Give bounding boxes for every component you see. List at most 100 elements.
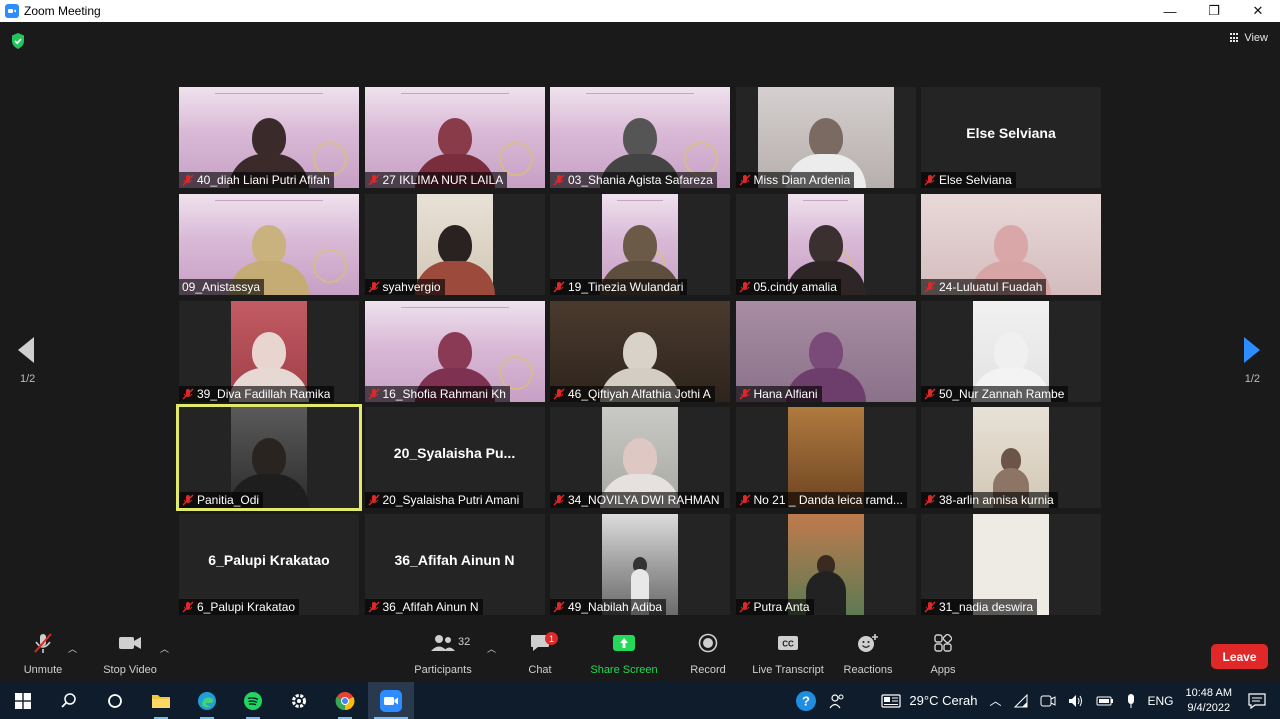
participant-tile[interactable]: 34_NOVILYA DWI RAHMAN [550, 407, 730, 509]
muted-mic-icon [182, 388, 194, 399]
apps-button[interactable]: Apps [928, 628, 958, 682]
participant-tile[interactable]: Else Selviana Else Selviana [921, 87, 1101, 188]
previous-page-arrow-icon[interactable] [18, 337, 34, 363]
participant-name-label: 16_Shofia Rahmani Kh [364, 385, 510, 402]
start-button[interactable] [0, 682, 46, 719]
muted-mic-icon [368, 494, 379, 506]
meeting-toolbar: Unmute ︿ Stop Video ︿ 32 Participants ︿ … [0, 628, 1280, 682]
weather-widget[interactable]: 29°C Cerah [881, 693, 977, 708]
taskbar-clock[interactable]: 10:48 AM 9/4/2022 [1186, 686, 1232, 716]
participant-tile[interactable]: No 21 _ Danda leica ramd... [735, 407, 916, 509]
windows-taskbar: ? 29°C Cerah ︿ ENG 10:48 AM 9/4/2022 [0, 682, 1280, 719]
participant-name-label: 46_Qiftiyah Alfathia Jothi A [550, 385, 715, 402]
taskbar-spotify[interactable] [230, 682, 276, 719]
taskbar-settings[interactable] [276, 682, 322, 719]
show-hidden-icons-chevron-up-icon[interactable]: ︿ [989, 692, 1001, 709]
participant-tile[interactable]: Putra Anta [735, 514, 916, 615]
record-icon [698, 633, 718, 653]
participants-button[interactable]: 32 Participants [412, 628, 474, 682]
volume-icon[interactable] [1068, 694, 1084, 708]
participant-tile[interactable]: 46_Qiftiyah Alfathia Jothi A [550, 300, 730, 402]
participant-tile[interactable]: 05.cindy amalia [735, 193, 916, 295]
participants-options-chevron-up-icon[interactable]: ︿ [487, 642, 496, 655]
muted-mic-icon [182, 494, 194, 506]
cortana-circle-icon [108, 693, 122, 708]
window-titlebar: Zoom Meeting — ❐ ✕ [0, 0, 1280, 22]
close-button[interactable]: ✕ [1236, 0, 1280, 22]
reactions-button[interactable]: Reactions [843, 628, 893, 682]
participant-tile[interactable]: 20_Syalaisha Pu... 20_Syalaisha Putri Am… [364, 407, 545, 509]
meet-now-icon[interactable] [1040, 694, 1056, 708]
participant-tile[interactable]: 6_Palupi Krakatao 6_Palupi Krakatao [179, 514, 359, 615]
view-button[interactable]: View [1230, 32, 1268, 44]
participant-tile[interactable]: syahvergio [364, 193, 545, 295]
gallery-grid: 40_diah Liani Putri Afifah 27 IKLIMA NUR… [176, 87, 1101, 615]
search-button[interactable] [46, 682, 92, 719]
record-button[interactable]: Record [688, 628, 728, 682]
muted-mic-icon [924, 174, 936, 186]
participant-tile[interactable]: 27 IKLIMA NUR LAILA [364, 87, 545, 188]
page-indicator-left: 1/2 [20, 373, 36, 385]
notification-chat-icon [1248, 692, 1266, 709]
participant-tile[interactable]: 38-arlin annisa kurnia [921, 407, 1101, 509]
participant-name-label: Else Selviana [921, 172, 1016, 188]
share-screen-button[interactable]: Share Screen [590, 628, 658, 682]
zoom-app-icon [5, 4, 19, 18]
restore-button[interactable]: ❐ [1192, 0, 1236, 22]
participant-tile-active-speaker[interactable]: Panitia_Odi [176, 404, 362, 512]
unmute-button[interactable]: Unmute [22, 628, 64, 682]
participant-tile[interactable]: 50_Nur Zannah Rambe [921, 300, 1101, 402]
video-camera-icon [119, 637, 141, 649]
muted-mic-icon [553, 388, 565, 399]
participant-name-label: 09_Anistassya [179, 278, 265, 295]
participant-tile[interactable]: 39_Diva Fadillah Ramika [179, 300, 359, 402]
muted-mic-icon [368, 174, 379, 186]
participant-tile[interactable]: 24-Luluatul Fuadah [921, 193, 1101, 295]
stop-video-button[interactable]: Stop Video [101, 628, 159, 682]
muted-mic-icon [553, 174, 565, 186]
muted-mic-icon [553, 281, 565, 293]
participant-name-label: Hana Alfiani [735, 385, 822, 402]
battery-icon[interactable] [1096, 696, 1114, 706]
chat-unread-badge: 1 [545, 632, 558, 645]
live-transcript-button[interactable]: CC Live Transcript [751, 628, 825, 682]
taskbar-file-explorer[interactable] [138, 682, 184, 719]
page-indicator-right: 1/2 [1244, 373, 1260, 385]
taskbar-edge[interactable] [184, 682, 230, 719]
participant-tile[interactable]: 16_Shofia Rahmani Kh [364, 300, 545, 402]
participant-tile[interactable]: 40_diah Liani Putri Afifah [179, 87, 359, 188]
participant-name-label: 34_NOVILYA DWI RAHMAN [550, 492, 724, 509]
network-icon[interactable] [1013, 693, 1028, 708]
windows-logo-icon [15, 692, 31, 709]
chat-button[interactable]: 1 Chat [520, 628, 560, 682]
participant-tile[interactable]: Miss Dian Ardenia [735, 87, 916, 188]
participant-tile[interactable]: 09_Anistassya [179, 193, 359, 295]
participant-tile[interactable]: 36_Afifah Ainun N 36_Afifah Ainun N [364, 514, 545, 615]
task-view-button[interactable] [92, 682, 138, 719]
gear-icon [292, 693, 306, 708]
help-question-icon: ? [796, 690, 817, 711]
input-language[interactable]: ENG [1148, 694, 1174, 708]
participant-tile[interactable]: 03_Shania Agista Safareza [550, 87, 730, 188]
audio-options-chevron-up-icon[interactable]: ︿ [68, 642, 77, 655]
participant-name-label: 36_Afifah Ainun N [364, 599, 483, 615]
notifications-button[interactable] [1248, 692, 1266, 709]
participant-tile[interactable]: 19_Tinezia Wulandari [550, 193, 730, 295]
participant-tile[interactable]: 49_Nabilah Adiba [550, 514, 730, 615]
microphone-icon[interactable] [1126, 693, 1136, 709]
help-button[interactable]: ? [795, 690, 817, 712]
security-shield-icon[interactable] [11, 33, 25, 49]
muted-mic-icon [924, 281, 936, 293]
participant-tile[interactable]: Hana Alfiani [735, 300, 916, 402]
video-options-chevron-up-icon[interactable]: ︿ [160, 642, 169, 655]
taskbar-chrome[interactable] [322, 682, 368, 719]
leave-button[interactable]: Leave [1211, 644, 1268, 669]
muted-mic-icon [924, 601, 936, 613]
people-button[interactable] [829, 693, 845, 709]
next-page-arrow-icon[interactable] [1244, 337, 1260, 363]
window-title: Zoom Meeting [24, 4, 101, 18]
taskbar-zoom[interactable] [368, 682, 414, 719]
minimize-button[interactable]: — [1148, 0, 1192, 22]
participant-tile[interactable]: 31_nadia deswira [921, 514, 1101, 615]
svg-text:?: ? [802, 693, 810, 708]
